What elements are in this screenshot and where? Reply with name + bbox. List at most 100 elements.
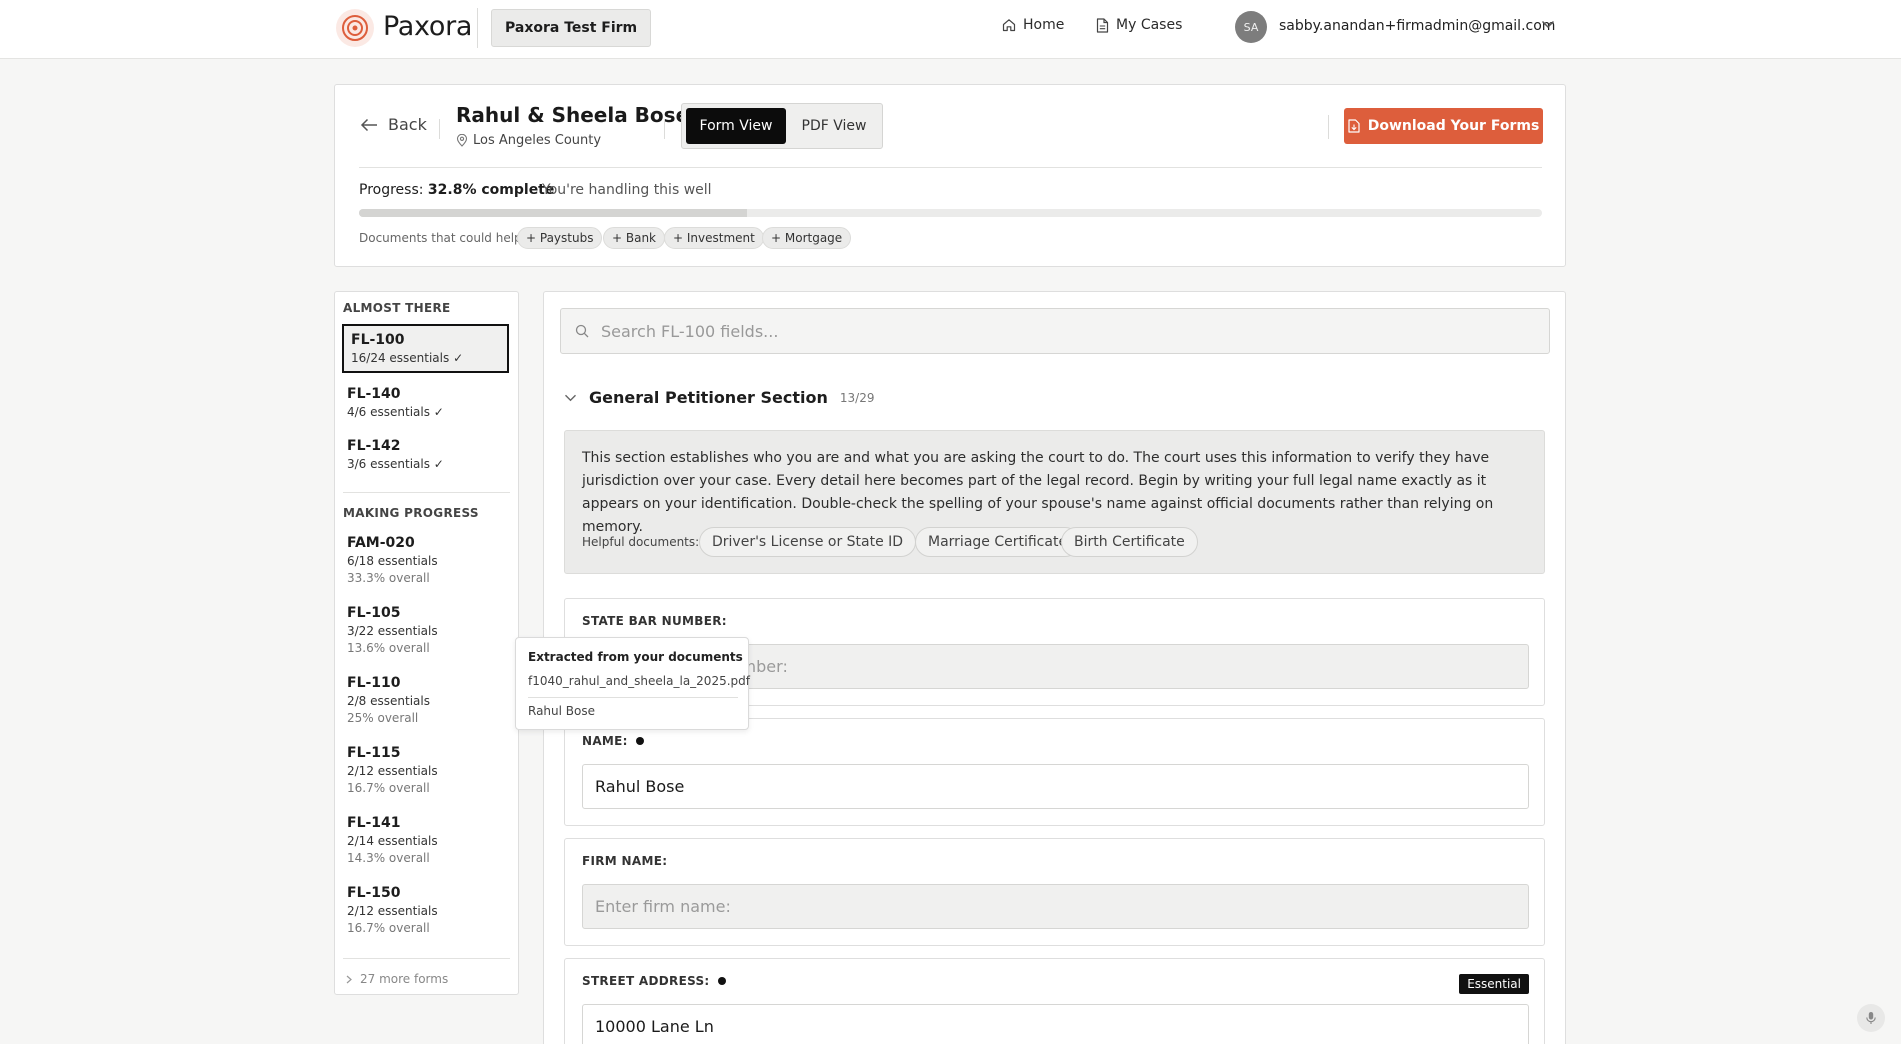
- helpful-documents-label: Helpful documents:: [582, 535, 700, 549]
- case-location: Los Angeles County: [456, 133, 601, 148]
- progress-encouragement: You're handling this well: [542, 182, 712, 198]
- form-essentials: 4/6 essentials ✓: [347, 405, 444, 419]
- divider: [343, 492, 510, 493]
- form-essentials: 16/24 essentials ✓: [351, 351, 464, 365]
- case-header-card: Back Rahul & Sheela Bose Los Angeles Cou…: [334, 84, 1566, 267]
- nav-home-link[interactable]: Home: [1002, 17, 1064, 33]
- making-progress-heading: MAKING PROGRESS: [343, 506, 479, 520]
- county-label: Los Angeles County: [473, 133, 602, 148]
- field-label: FIRM NAME:: [582, 854, 667, 868]
- tooltip-source-file: f1040_rahul_and_sheela_la_2025.pdf: [528, 674, 750, 688]
- document-icon: [1096, 17, 1109, 33]
- nav-home-label: Home: [1023, 17, 1065, 33]
- divider: [664, 119, 665, 139]
- form-item-fl-110[interactable]: FL-110 2/8 essentials 25% overall: [342, 675, 509, 725]
- map-pin-icon: [456, 134, 468, 147]
- form-overall: 16.7% overall: [347, 921, 430, 935]
- name-input[interactable]: [582, 764, 1529, 809]
- form-name: FL-115: [347, 745, 401, 761]
- search-input[interactable]: [601, 321, 1501, 341]
- voice-input-button[interactable]: [1857, 1004, 1885, 1032]
- field-label-text: STREET ADDRESS:: [582, 974, 710, 988]
- doc-chip-investment[interactable]: + Investment: [664, 227, 764, 249]
- form-item-fam-020[interactable]: FAM-020 6/18 essentials 33.3% overall: [342, 535, 509, 585]
- user-email[interactable]: sabby.anandan+firmadmin@gmail.com: [1279, 18, 1555, 34]
- form-view-tab[interactable]: Form View: [686, 108, 786, 144]
- form-item-fl-100[interactable]: FL-100 16/24 essentials ✓: [342, 324, 509, 373]
- form-essentials: 2/12 essentials: [347, 904, 438, 918]
- more-forms-label: 27 more forms: [360, 972, 449, 986]
- divider: [439, 119, 440, 139]
- field-label-text: NAME:: [582, 734, 628, 748]
- form-name: FL-110: [347, 675, 401, 691]
- nav-my-cases-label: My Cases: [1116, 17, 1183, 33]
- extraction-source-tooltip: Extracted from your documents f1040_rahu…: [515, 637, 750, 730]
- form-name: FL-150: [347, 885, 401, 901]
- paxora-logo-icon[interactable]: [336, 9, 374, 47]
- form-essentials: 2/12 essentials: [347, 764, 438, 778]
- form-item-fl-140[interactable]: FL-140 4/6 essentials ✓: [342, 386, 509, 419]
- case-title: Rahul & Sheela Bose: [456, 103, 690, 127]
- firm-name-input[interactable]: [582, 884, 1529, 929]
- home-icon: [1002, 19, 1016, 32]
- view-toggle: Form View PDF View: [681, 103, 883, 149]
- progress-value: 32.8% complete: [427, 182, 555, 198]
- chevron-down-icon[interactable]: [1541, 20, 1555, 29]
- helpful-doc-marriage-certificate[interactable]: Marriage Certificate: [915, 527, 1081, 557]
- form-name: FL-100: [351, 332, 405, 348]
- helpful-docs-label: Documents that could help:: [359, 231, 526, 245]
- almost-there-heading: ALMOST THERE: [343, 301, 451, 315]
- divider: [1328, 115, 1329, 139]
- progress-prefix: Progress:: [359, 182, 424, 198]
- progress-label: Progress: 32.8% complete: [359, 182, 554, 198]
- form-name: FL-141: [347, 815, 401, 831]
- chevron-right-icon: [346, 975, 352, 983]
- form-name: FAM-020: [347, 535, 415, 551]
- form-overall: 13.6% overall: [347, 641, 430, 655]
- street-address-input[interactable]: [582, 1004, 1529, 1044]
- form-name: FL-142: [347, 438, 401, 454]
- pdf-view-tab[interactable]: PDF View: [790, 108, 878, 144]
- essential-badge: Essential: [1459, 974, 1529, 994]
- section-title: General Petitioner Section: [589, 388, 828, 407]
- field-search: [560, 308, 1550, 354]
- progress-bar-fill: [359, 209, 748, 217]
- tooltip-title: Extracted from your documents: [528, 650, 743, 664]
- divider: [343, 958, 510, 959]
- section-header[interactable]: General Petitioner Section 13/29: [564, 388, 874, 407]
- field-firm-name: FIRM NAME:: [564, 838, 1545, 946]
- field-name: NAME:: [564, 718, 1545, 826]
- form-item-fl-115[interactable]: FL-115 2/12 essentials 16.7% overall: [342, 745, 509, 795]
- form-item-fl-150[interactable]: FL-150 2/12 essentials 16.7% overall: [342, 885, 509, 935]
- form-overall: 33.3% overall: [347, 571, 430, 585]
- tooltip-extracted-value: Rahul Bose: [528, 704, 595, 718]
- user-avatar[interactable]: SA: [1235, 11, 1267, 43]
- doc-chip-bank[interactable]: + Bank: [603, 227, 666, 249]
- form-overall: 14.3% overall: [347, 851, 430, 865]
- form-essentials: 3/22 essentials: [347, 624, 438, 638]
- field-label: NAME:: [582, 734, 644, 748]
- doc-chip-paystubs[interactable]: + Paystubs: [517, 227, 603, 249]
- field-label-text: FIRM NAME:: [582, 854, 668, 868]
- logo-wordmark[interactable]: Paxora: [383, 11, 472, 42]
- field-label-text: STATE BAR NUMBER:: [582, 614, 727, 628]
- back-button[interactable]: Back: [360, 115, 427, 134]
- back-label: Back: [388, 115, 427, 134]
- microphone-icon: [1866, 1012, 1876, 1024]
- top-navigation-bar: Paxora Paxora Test Firm Home My Cases SA…: [0, 0, 1901, 59]
- divider: [359, 167, 1542, 168]
- more-forms-toggle[interactable]: 27 more forms: [346, 972, 448, 986]
- chevron-down-icon: [565, 394, 576, 401]
- nav-my-cases-link[interactable]: My Cases: [1096, 17, 1182, 33]
- helpful-doc-drivers-license[interactable]: Driver's License or State ID: [699, 527, 917, 557]
- doc-chip-mortgage[interactable]: + Mortgage: [762, 227, 852, 249]
- field-label: STATE BAR NUMBER:: [582, 614, 727, 628]
- firm-name-badge[interactable]: Paxora Test Firm: [491, 9, 652, 47]
- form-item-fl-142[interactable]: FL-142 3/6 essentials ✓: [342, 438, 509, 471]
- arrow-left-icon: [360, 118, 377, 131]
- form-item-fl-141[interactable]: FL-141 2/14 essentials 14.3% overall: [342, 815, 509, 865]
- helpful-doc-birth-certificate[interactable]: Birth Certificate: [1061, 527, 1198, 557]
- download-forms-button[interactable]: Download Your Forms: [1344, 108, 1543, 144]
- form-item-fl-105[interactable]: FL-105 3/22 essentials 13.6% overall: [342, 605, 509, 655]
- forms-sidebar: ALMOST THERE FL-100 16/24 essentials ✓ F…: [334, 291, 519, 995]
